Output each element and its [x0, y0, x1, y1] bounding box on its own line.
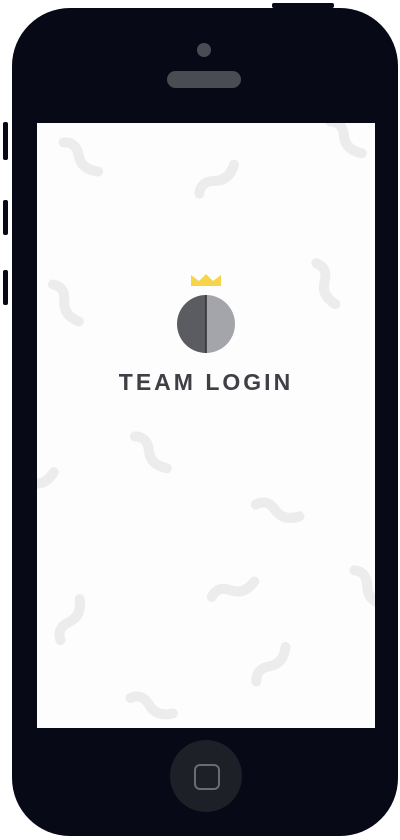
pattern-squiggle [194, 159, 239, 199]
page-title: TEAM LOGIN [118, 369, 294, 395]
home-button[interactable] [170, 740, 242, 812]
pattern-squiggle [251, 641, 291, 687]
pattern-squiggle [250, 497, 305, 523]
home-button-icon [194, 764, 220, 790]
volume-down-button[interactable] [3, 270, 8, 305]
logo-block: TEAM LOGIN [37, 273, 375, 396]
pattern-squiggle [349, 565, 375, 610]
pattern-squiggle [206, 576, 260, 602]
pattern-squiggle [324, 123, 367, 159]
front-camera [197, 43, 211, 57]
background-pattern [37, 123, 375, 720]
pattern-squiggle [54, 594, 85, 646]
app-screen: TEAM LOGIN [37, 123, 375, 728]
pattern-squiggle [125, 691, 178, 720]
earpiece-speaker [167, 71, 241, 88]
power-button[interactable] [272, 3, 334, 8]
split-circle-logo-icon [177, 295, 235, 353]
volume-up-button[interactable] [3, 200, 8, 235]
crown-icon [191, 274, 221, 286]
pattern-squiggle [129, 431, 172, 474]
mute-switch[interactable] [3, 122, 8, 160]
pattern-squiggle [37, 467, 59, 497]
pattern-squiggle [58, 137, 104, 177]
phone-frame: TEAM LOGIN [12, 8, 398, 836]
